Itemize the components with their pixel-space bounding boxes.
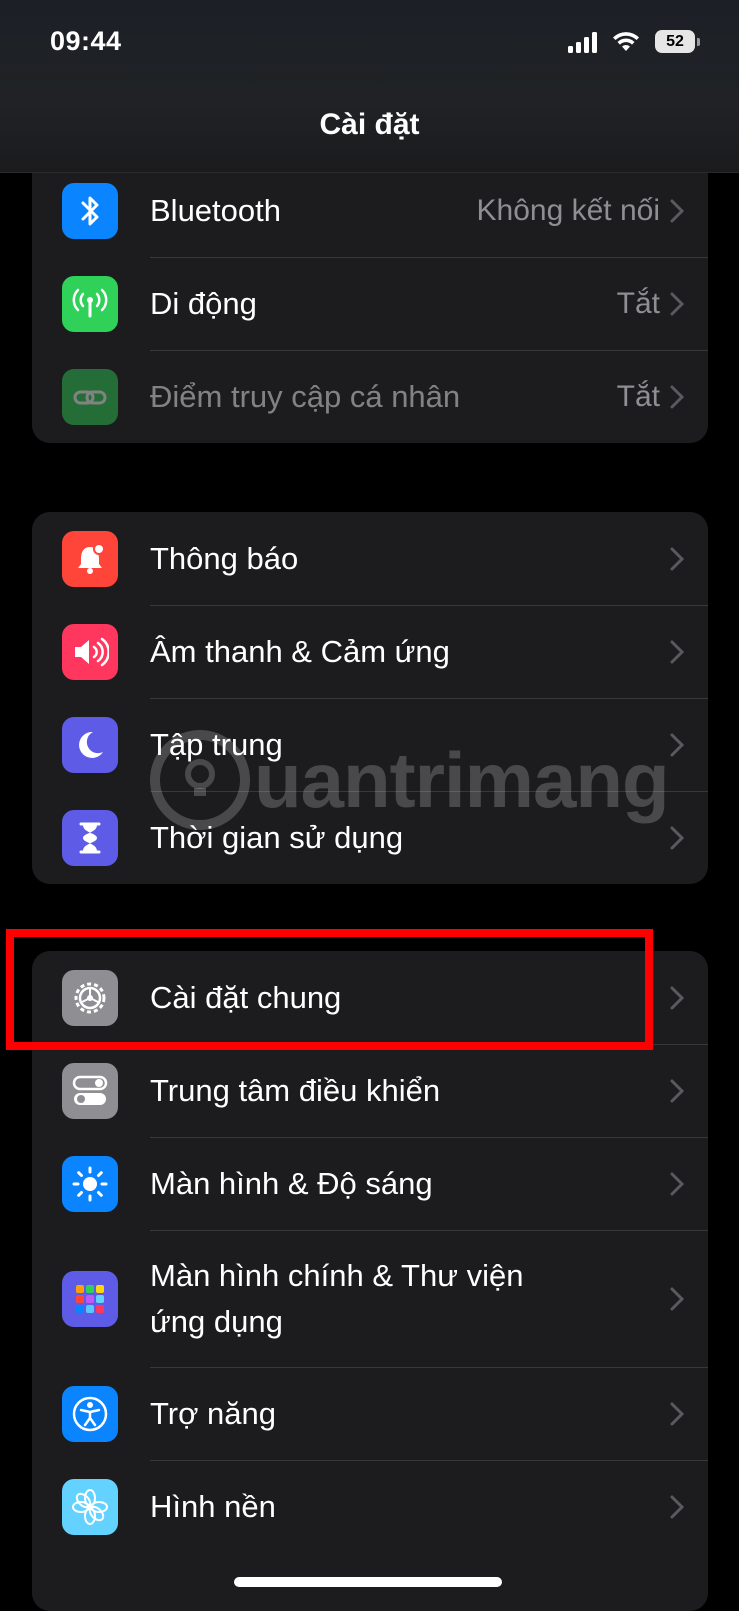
row-label: Điểm truy cập cá nhân xyxy=(150,378,461,414)
row-value: Tắt xyxy=(616,286,660,320)
brightness-icon xyxy=(62,1155,118,1212)
bluetooth-icon xyxy=(62,182,118,239)
row-separator xyxy=(150,350,708,351)
wifi-icon xyxy=(613,31,639,51)
chevron-right-icon xyxy=(670,385,684,408)
cellular-icon xyxy=(62,275,118,332)
settings-row-sounds[interactable]: Âm thanh & Cảm ứng xyxy=(32,605,708,698)
highlight-box xyxy=(6,929,653,1050)
row-label: Trung tâm điều khiển xyxy=(150,1072,441,1108)
chevron-right-icon xyxy=(670,547,684,570)
row-label: Di động xyxy=(150,285,257,321)
sound-icon xyxy=(62,623,118,680)
row-separator xyxy=(150,1230,708,1231)
hotspot-icon xyxy=(62,368,118,425)
row-label: Tập trung xyxy=(150,726,283,762)
settings-row-focus[interactable]: Tập trung xyxy=(32,698,708,791)
screen-time-icon xyxy=(62,809,118,866)
row-value: Không kết nối xyxy=(476,193,660,227)
row-separator xyxy=(150,1137,708,1138)
settings-row-control-center[interactable]: Trung tâm điều khiển xyxy=(32,1044,708,1137)
general-group: Cài đặt chung Trung tâm điều khiển Màn h… xyxy=(32,951,708,1611)
row-label: Màn hình & Độ sáng xyxy=(150,1165,433,1201)
chevron-right-icon xyxy=(670,1287,684,1310)
battery-icon: 52 xyxy=(655,30,700,53)
row-separator xyxy=(150,1460,708,1461)
settings-row-wallpaper[interactable]: Hình nền xyxy=(32,1460,708,1553)
settings-row-accessibility[interactable]: Trợ năng xyxy=(32,1367,708,1460)
connectivity-group: Bluetooth Không kết nối Di động Tắt Điểm… xyxy=(32,140,708,443)
chevron-right-icon xyxy=(670,199,684,222)
accessibility-icon xyxy=(62,1385,118,1442)
signal-icon xyxy=(568,31,597,53)
row-separator xyxy=(150,698,708,699)
settings-row-home-screen[interactable]: Màn hình chính & Thư viện ứng dụng xyxy=(32,1230,708,1367)
chevron-right-icon xyxy=(670,826,684,849)
row-separator xyxy=(150,605,708,606)
row-separator xyxy=(150,1367,708,1368)
chevron-right-icon xyxy=(670,1402,684,1425)
wallpaper-icon xyxy=(62,1478,118,1535)
row-separator xyxy=(150,257,708,258)
row-label: Hình nền xyxy=(150,1488,276,1524)
chevron-right-icon xyxy=(670,1079,684,1102)
chevron-right-icon xyxy=(670,1495,684,1518)
page-title: Cài đặt xyxy=(319,108,420,141)
chevron-right-icon xyxy=(670,640,684,663)
home-indicator[interactable] xyxy=(234,1577,502,1587)
settings-row-personal-hotspot[interactable]: Điểm truy cập cá nhân Tắt xyxy=(32,350,708,443)
row-label: Âm thanh & Cảm ứng xyxy=(150,633,450,669)
settings-row-cellular[interactable]: Di động Tắt xyxy=(32,257,708,350)
focus-moon-icon xyxy=(62,716,118,773)
chevron-right-icon xyxy=(670,733,684,756)
row-label: Thời gian sử dụng xyxy=(150,819,404,855)
row-label: Bluetooth xyxy=(150,192,281,228)
row-label: Màn hình chính & Thư viện ứng dụng xyxy=(150,1257,524,1339)
notifications-icon xyxy=(62,530,118,587)
settings-row-bluetooth[interactable]: Bluetooth Không kết nối xyxy=(32,164,708,257)
row-label: Thông báo xyxy=(150,540,299,576)
status-time: 09:44 xyxy=(50,26,122,56)
home-screen-icon xyxy=(62,1270,118,1327)
chevron-right-icon xyxy=(670,986,684,1009)
settings-row-screen-time[interactable]: Thời gian sử dụng xyxy=(32,791,708,884)
control-center-icon xyxy=(62,1062,118,1119)
settings-row-display-brightness[interactable]: Màn hình & Độ sáng xyxy=(32,1137,708,1230)
settings-row-notifications[interactable]: Thông báo xyxy=(32,512,708,605)
row-value: Tắt xyxy=(616,379,660,413)
status-icons: 52 xyxy=(568,30,700,53)
chevron-right-icon xyxy=(670,1172,684,1195)
chevron-right-icon xyxy=(670,292,684,315)
notifications-group: Thông báo Âm thanh & Cảm ứng Tập trung T… xyxy=(32,512,708,884)
navigation-bar: 09:44 52 Cài đặt xyxy=(0,0,739,173)
row-label: Trợ năng xyxy=(150,1395,277,1431)
row-separator xyxy=(150,791,708,792)
